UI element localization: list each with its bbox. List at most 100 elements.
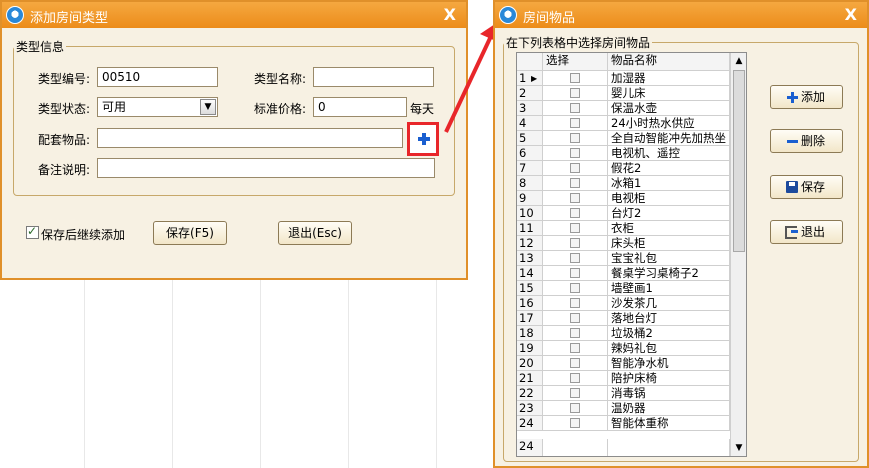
select-checkbox[interactable]: [570, 133, 580, 143]
table-row[interactable]: 12 床头柜: [517, 236, 730, 251]
delete-button[interactable]: 删除: [770, 129, 843, 153]
table-row[interactable]: 2 婴儿床: [517, 86, 730, 101]
select-checkbox[interactable]: [570, 358, 580, 368]
add-button[interactable]: 添加: [770, 85, 843, 109]
select-checkbox[interactable]: [570, 178, 580, 188]
table-row[interactable]: 19 辣妈礼包: [517, 341, 730, 356]
item-name-cell[interactable]: 墙壁画1: [608, 281, 730, 296]
item-name-cell[interactable]: 电视柜: [608, 191, 730, 206]
close-icon[interactable]: X: [845, 5, 857, 24]
select-checkbox[interactable]: [570, 283, 580, 293]
item-name-cell[interactable]: 衣柜: [608, 221, 730, 236]
table-row[interactable]: 22 消毒锅: [517, 386, 730, 401]
item-name-cell[interactable]: 婴儿床: [608, 86, 730, 101]
select-checkbox[interactable]: [570, 388, 580, 398]
select-checkbox[interactable]: [570, 403, 580, 413]
chevron-down-icon[interactable]: ▼: [200, 99, 216, 115]
item-name-cell[interactable]: 床头柜: [608, 236, 730, 251]
item-name-cell[interactable]: 24小时热水供应: [608, 116, 730, 131]
scroll-up-icon[interactable]: ▲: [731, 53, 746, 69]
table-row[interactable]: 7 假花2: [517, 161, 730, 176]
scroll-down-icon[interactable]: ▼: [731, 440, 746, 456]
select-checkbox[interactable]: [570, 148, 580, 158]
table-row[interactable]: 17 落地台灯: [517, 311, 730, 326]
type-name-input[interactable]: [313, 67, 434, 87]
items-input[interactable]: [97, 128, 403, 148]
table-row[interactable]: 15 墙壁画1: [517, 281, 730, 296]
floppy-disk-icon: [786, 181, 798, 193]
select-cell: [543, 251, 608, 266]
select-checkbox[interactable]: [570, 223, 580, 233]
item-name-cell[interactable]: 温奶器: [608, 401, 730, 416]
select-checkbox[interactable]: [570, 103, 580, 113]
table-row[interactable]: 1 ▶ 加湿器: [517, 71, 730, 86]
save-button[interactable]: 保存: [770, 175, 843, 199]
column-header-select[interactable]: 选择: [543, 53, 608, 71]
table-row[interactable]: 24 智能体重称: [517, 416, 730, 431]
items-grid[interactable]: 选择 物品名称 1 ▶ 加湿器 2 婴儿床 3 保温水壶 4 24小时热水供应 5 全自动智能冲先加…: [516, 52, 747, 457]
item-name-cell[interactable]: 全自动智能冲先加热坐: [608, 131, 730, 146]
table-row[interactable]: 5 全自动智能冲先加热坐: [517, 131, 730, 146]
table-row[interactable]: 20 智能净水机: [517, 356, 730, 371]
table-row[interactable]: 14 餐桌学习桌椅子2: [517, 266, 730, 281]
table-row[interactable]: 9 电视柜: [517, 191, 730, 206]
select-checkbox[interactable]: [570, 73, 580, 83]
item-name-cell[interactable]: 冰箱1: [608, 176, 730, 191]
vertical-scrollbar[interactable]: ▲ ▼: [730, 53, 746, 456]
item-name-cell[interactable]: 陪护床椅: [608, 371, 730, 386]
select-checkbox[interactable]: [570, 298, 580, 308]
select-checkbox[interactable]: [570, 88, 580, 98]
item-name-cell[interactable]: 加湿器: [608, 71, 730, 86]
table-row[interactable]: 4 24小时热水供应: [517, 116, 730, 131]
table-row[interactable]: 8 冰箱1: [517, 176, 730, 191]
table-row[interactable]: 21 陪护床椅: [517, 371, 730, 386]
table-row[interactable]: 13 宝宝礼包: [517, 251, 730, 266]
select-checkbox[interactable]: [570, 268, 580, 278]
item-name-cell[interactable]: 垃圾桶2: [608, 326, 730, 341]
item-name-cell[interactable]: 电视机、遥控: [608, 146, 730, 161]
select-checkbox[interactable]: [570, 118, 580, 128]
column-header-name[interactable]: 物品名称: [608, 53, 730, 71]
item-name-cell[interactable]: 宝宝礼包: [608, 251, 730, 266]
add-items-button[interactable]: [407, 122, 439, 156]
select-checkbox[interactable]: [570, 328, 580, 338]
table-row[interactable]: 11 衣柜: [517, 221, 730, 236]
item-name-cell[interactable]: 消毒锅: [608, 386, 730, 401]
item-name-cell[interactable]: 智能净水机: [608, 356, 730, 371]
item-name-cell[interactable]: 餐桌学习桌椅子2: [608, 266, 730, 281]
table-row[interactable]: 18 垃圾桶2: [517, 326, 730, 341]
exit-button[interactable]: 退出(Esc): [278, 221, 352, 245]
table-row[interactable]: 23 温奶器: [517, 401, 730, 416]
type-status-select[interactable]: 可用 ▼: [97, 97, 218, 117]
item-name-cell[interactable]: 落地台灯: [608, 311, 730, 326]
row-number: 12: [517, 236, 543, 251]
scroll-thumb[interactable]: [733, 70, 745, 252]
item-name-cell[interactable]: 假花2: [608, 161, 730, 176]
exit-button[interactable]: 退出: [770, 220, 843, 244]
item-name-cell[interactable]: 台灯2: [608, 206, 730, 221]
remark-input[interactable]: [97, 158, 435, 178]
select-checkbox[interactable]: [570, 418, 580, 428]
item-name-cell[interactable]: 辣妈礼包: [608, 341, 730, 356]
select-checkbox[interactable]: [570, 163, 580, 173]
table-row[interactable]: 3 保温水壶: [517, 101, 730, 116]
price-input[interactable]: 0: [313, 97, 407, 117]
select-checkbox[interactable]: [570, 238, 580, 248]
select-checkbox[interactable]: [570, 373, 580, 383]
new-row[interactable]: 24: [517, 439, 730, 456]
select-checkbox[interactable]: [570, 313, 580, 323]
item-name-cell[interactable]: 保温水壶: [608, 101, 730, 116]
select-checkbox[interactable]: [570, 208, 580, 218]
item-name-cell[interactable]: 智能体重称: [608, 416, 730, 431]
save-button[interactable]: 保存(F5): [153, 221, 227, 245]
table-row[interactable]: 16 沙发茶几: [517, 296, 730, 311]
select-checkbox[interactable]: [570, 193, 580, 203]
type-code-label: 类型编号:: [38, 72, 91, 86]
continue-checkbox[interactable]: ✓: [26, 224, 39, 239]
type-code-input[interactable]: 00510: [97, 67, 218, 87]
select-checkbox[interactable]: [570, 343, 580, 353]
table-row[interactable]: 10 台灯2: [517, 206, 730, 221]
select-checkbox[interactable]: [570, 253, 580, 263]
table-row[interactable]: 6 电视机、遥控: [517, 146, 730, 161]
item-name-cell[interactable]: 沙发茶几: [608, 296, 730, 311]
